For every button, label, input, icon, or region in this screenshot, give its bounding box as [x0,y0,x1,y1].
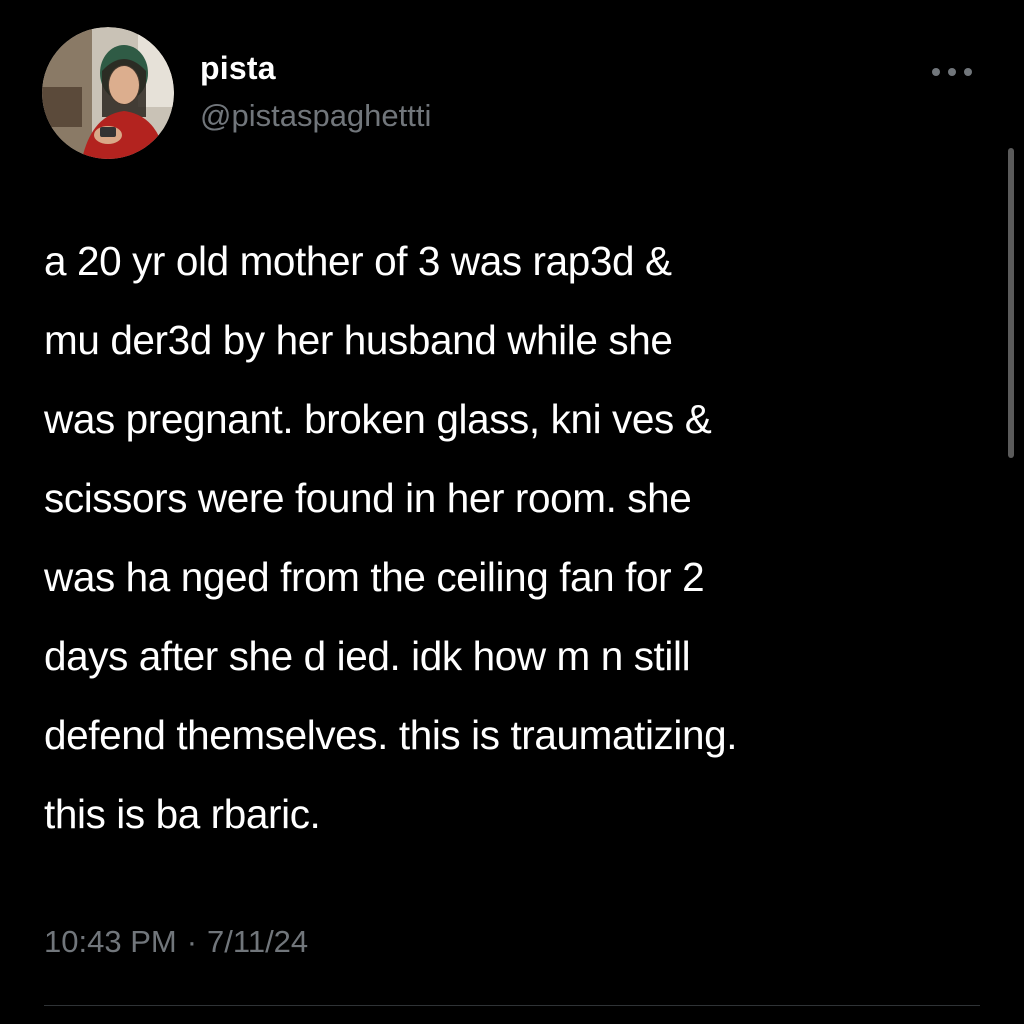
divider [44,1005,980,1006]
display-name[interactable]: pista [200,50,276,87]
more-options-button[interactable] [924,52,980,92]
post-timestamp[interactable]: 10:43 PM · 7/11/24 [44,924,308,960]
post-text: a 20 yr old mother of 3 was rap3d & mu d… [44,238,738,837]
post-time: 10:43 PM [44,924,177,959]
profile-photo-icon [42,27,174,159]
post-card: pista @pistaspaghettti a 20 yr old mothe… [0,0,1024,1024]
post-date: 7/11/24 [207,924,309,959]
user-handle[interactable]: @pistaspaghettti [200,98,431,134]
more-horizontal-icon [932,68,972,76]
scrollbar[interactable] [1008,148,1014,458]
avatar[interactable] [42,27,174,159]
meta-separator: · [186,924,198,959]
